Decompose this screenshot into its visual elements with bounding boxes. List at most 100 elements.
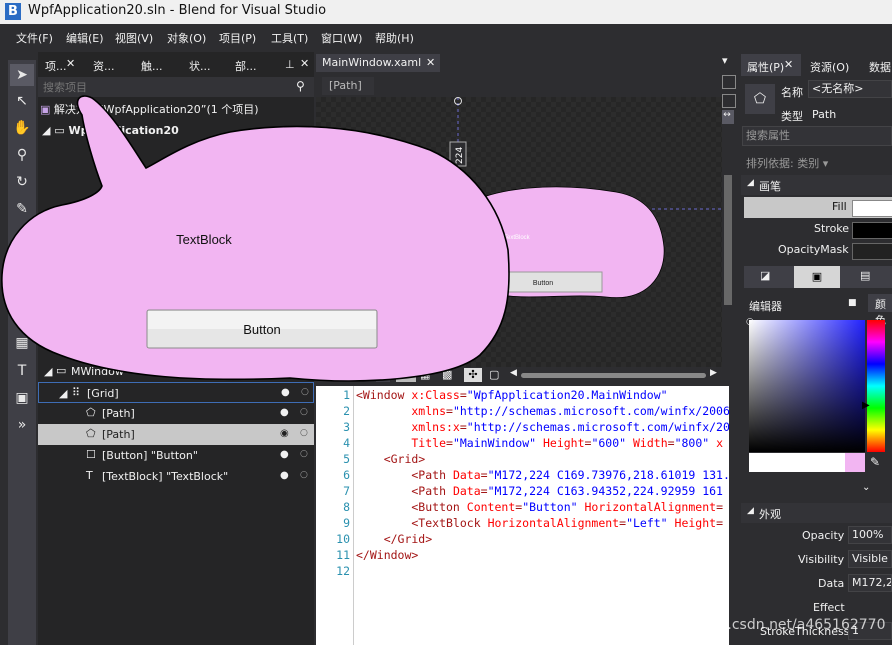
grid-tool-icon[interactable]: ▦ — [10, 332, 34, 354]
tab-resources[interactable]: 资源(O) — [810, 59, 849, 75]
code-line[interactable]: <Window x:Class="WpfApplication20.MainWi… — [356, 388, 668, 402]
close-icon[interactable]: ✕ — [66, 57, 75, 70]
code-line[interactable]: <Grid> — [356, 452, 426, 466]
tree-row-path-selected[interactable]: ⬠ [Path] ◉ ○ — [38, 424, 314, 445]
scroll-left-icon[interactable]: ◀ — [510, 368, 517, 378]
tree-row-button[interactable]: ☐ [Button] "Button" ● ○ — [38, 445, 314, 466]
name-field[interactable]: <无名称> — [808, 80, 892, 98]
lock-icon[interactable]: ○ — [301, 387, 309, 397]
lock-icon[interactable]: ○ — [300, 449, 308, 459]
opacitymask-swatch[interactable] — [852, 243, 892, 260]
lock-icon[interactable]: ○ — [300, 407, 308, 417]
gradient-brush-icon[interactable]: ▤ — [860, 269, 870, 282]
eye-icon[interactable]: ● — [280, 407, 289, 418]
breadcrumb[interactable]: [Path] — [322, 77, 374, 95]
camera-orbit-tool-icon[interactable]: ↻ — [10, 171, 34, 193]
close-panel-icon[interactable]: ✕ — [300, 57, 309, 70]
search-input[interactable] — [41, 79, 293, 95]
editor-toggle-icon[interactable]: ■ — [848, 298, 857, 308]
code-line[interactable]: <Button Content = "Button" HorizontalAlign… — [356, 500, 723, 514]
code-line[interactable]: xmlns:x="http://schemas.microsoft.com/wi… — [356, 420, 730, 434]
tab-projects[interactable]: 项... — [45, 58, 67, 76]
text-tool-icon[interactable]: T — [10, 360, 34, 382]
horizontal-scrollbar[interactable] — [521, 373, 706, 378]
scrollbar-thumb[interactable] — [724, 175, 732, 305]
project-node[interactable]: ◢ ▭ WpfApplication20 — [42, 124, 179, 137]
color-tab[interactable]: 颜色 — [868, 294, 892, 327]
eye-icon[interactable]: ◉ — [280, 428, 289, 439]
zoom-tool-icon[interactable]: ⚲ — [10, 144, 34, 166]
eye-icon[interactable]: ● — [280, 470, 289, 481]
effects-fx-icon[interactable]: fx — [396, 368, 416, 382]
zoom-dropdown-icon[interactable]: ▾ — [376, 368, 390, 382]
annotation-icon[interactable]: ▢ — [489, 368, 499, 381]
tab-states[interactable]: 状... — [189, 58, 211, 76]
tab-data[interactable]: 数据 — [869, 59, 891, 75]
dropdown-icon[interactable]: ▾ — [722, 54, 728, 67]
brush-row-stroke[interactable]: Stroke — [744, 219, 892, 240]
stroke-swatch[interactable] — [852, 222, 892, 239]
eyedropper-icon[interactable]: ✎ — [870, 455, 880, 469]
direct-selection-tool-icon[interactable]: ↖ — [10, 90, 34, 112]
xaml-editor[interactable]: 1 <Window x:Class="WpfApplication20.MainW… — [316, 386, 730, 645]
code-line[interactable]: </Grid> — [356, 532, 432, 546]
opacity-field[interactable]: 100% — [848, 526, 892, 544]
solid-brush-icon[interactable]: ▣ — [794, 266, 840, 288]
brush-row-opacitymask[interactable]: OpacityMask — [744, 240, 892, 261]
design-canvas[interactable]: Button TextBlock 224 — [316, 97, 722, 367]
assets-expand-icon[interactable]: » — [10, 414, 34, 436]
pin-icon[interactable]: ⊥ — [285, 58, 295, 71]
visibility-dropdown[interactable]: Visible — [848, 550, 892, 568]
tab-triggers[interactable]: 触... — [141, 58, 163, 76]
hue-slider-thumb-icon[interactable]: ▶ — [862, 400, 870, 411]
tab-mainwindow-xaml[interactable]: MainWindow.xaml ✕ — [316, 54, 440, 72]
view-mode-icon[interactable] — [722, 75, 736, 89]
fill-swatch[interactable] — [852, 200, 892, 217]
tab-assets[interactable]: 资... — [93, 58, 115, 76]
menu-object[interactable]: 对象(O) — [167, 30, 206, 46]
brush-section-header[interactable]: ◢ 画笔 — [741, 175, 892, 195]
color-picker-cursor-icon[interactable]: ○ — [746, 317, 754, 327]
snap-grid-icon[interactable]: ▩ — [442, 368, 452, 381]
expand-chevron-icon[interactable]: ⌄ — [862, 482, 870, 493]
menu-help[interactable]: 帮助(H) — [375, 30, 414, 46]
property-search[interactable]: 搜索属性 — [742, 126, 892, 146]
sort-dropdown[interactable]: 排列依据: 类别 ▾ — [746, 155, 828, 171]
tab-parts[interactable]: 部... — [235, 58, 257, 76]
color-picker-field[interactable] — [749, 320, 865, 452]
lock-icon[interactable]: ○ — [300, 470, 308, 480]
control-tool-icon[interactable]: ▣ — [10, 387, 34, 409]
code-line[interactable]: <Path Data="M172,224 C163.94352,224.9295… — [356, 484, 723, 498]
no-brush-icon[interactable]: ◪ — [760, 269, 770, 282]
selection-tool-icon[interactable]: ➤ — [10, 64, 34, 86]
code-line[interactable]: Title="MainWindow" Height="600" Width="8… — [356, 436, 723, 450]
hue-slider[interactable] — [867, 320, 885, 452]
zoom-level[interactable]: 50% — [320, 369, 344, 382]
lock-icon[interactable]: ○ — [300, 428, 308, 438]
data-field[interactable]: M172,22 — [848, 574, 892, 592]
search-icon[interactable]: ⚲ — [296, 79, 305, 93]
tree-row-textblock[interactable]: T [TextBlock] "TextBlock" ● ○ — [38, 466, 314, 487]
eye-icon[interactable]: ● — [281, 387, 290, 398]
tree-row-path[interactable]: ⬠ [Path] ● ○ — [38, 403, 314, 424]
menu-tools[interactable]: 工具(T) — [271, 30, 308, 46]
menu-file[interactable]: 文件(F) — [16, 30, 53, 46]
close-icon[interactable]: ✕ — [426, 56, 435, 69]
solution-node[interactable]: ▣ 解决方案“WpfApplication20”(1 个项目) — [40, 101, 259, 117]
code-line[interactable]: </Window> — [356, 548, 418, 562]
menu-project[interactable]: 项目(P) — [219, 30, 256, 46]
eyedropper-tool-icon[interactable]: ✎ — [10, 198, 34, 220]
menu-view[interactable]: 视图(V) — [115, 30, 153, 46]
eye-icon[interactable]: ● — [280, 449, 289, 460]
code-line[interactable]: <TextBlock HorizontalAlignment = "Left" He… — [356, 516, 723, 530]
menu-window[interactable]: 窗口(W) — [321, 30, 362, 46]
tree-row-window[interactable]: ◢ ▭ MWindow — [38, 361, 314, 382]
snap-lines-icon[interactable]: ✣ — [464, 368, 482, 382]
code-view-icon[interactable]: ↔ — [720, 110, 734, 124]
menu-edit[interactable]: 编辑(E) — [66, 30, 104, 46]
split-view-icon[interactable] — [722, 94, 736, 108]
brush-row-fill[interactable]: Fill — [744, 197, 892, 218]
tab-properties[interactable]: 属性(P) — [747, 59, 784, 75]
grid-view-icon[interactable]: ▦ — [420, 368, 430, 381]
pan-tool-icon[interactable]: ✋ — [10, 117, 34, 139]
